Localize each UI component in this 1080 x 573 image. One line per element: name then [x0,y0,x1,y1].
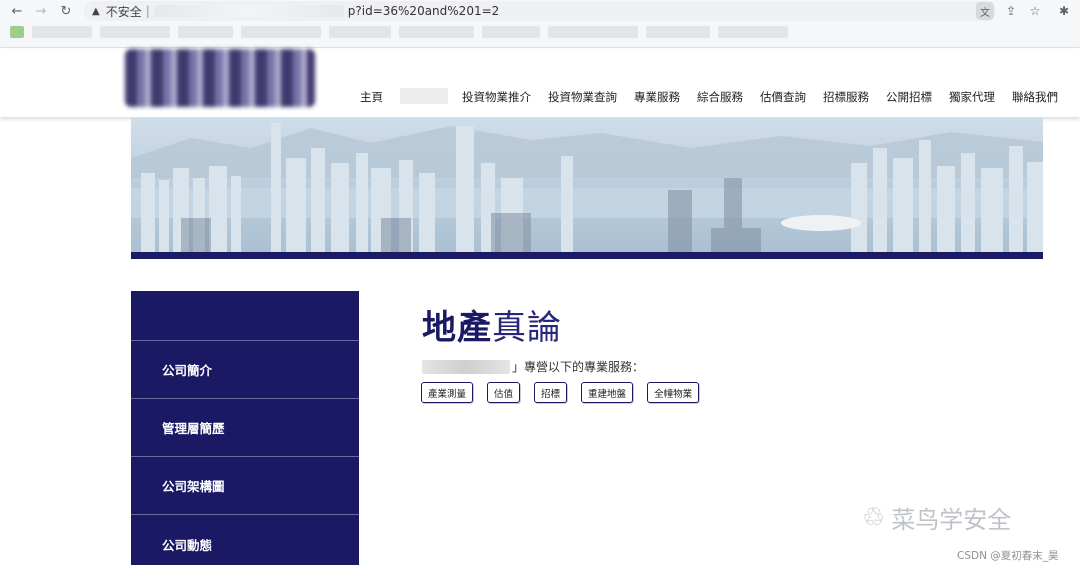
sidebar-item-org-chart[interactable]: 公司架構圖 [131,457,359,515]
menu-item-home[interactable]: 主頁 [360,89,383,105]
skyline-illustration [131,123,1043,259]
bookmark-item[interactable] [241,26,321,38]
security-label: 不安全 [105,4,142,19]
menu-item-tender-services[interactable]: 招標服務 [823,89,869,105]
page-title-light: 真論 [492,308,562,348]
bookmark-item[interactable] [100,26,170,38]
service-tag-surveying[interactable]: 產業測量 [421,382,474,403]
arrow-right-icon: → [35,3,47,19]
site-logo[interactable] [125,49,315,107]
service-tag-redevelopment[interactable]: 重建地盤 [581,382,634,403]
bookmark-item[interactable] [718,26,788,38]
bookmark-item[interactable] [548,26,638,38]
wechat-watermark: ♲ 菜鸟学安全 [862,500,1011,535]
menu-item-public-tender[interactable]: 公開招標 [886,89,932,105]
banner-bar [131,252,1043,259]
address-bar[interactable]: ▲ 不安全 | p?id=36%20and%201=2 [84,1,996,21]
menu-item-redacted[interactable] [400,88,448,104]
star-icon[interactable]: ☆ [1026,2,1044,20]
menu-item-exclusive-agent[interactable]: 獨家代理 [949,89,995,105]
bookmark-item[interactable] [482,26,540,38]
menu-item-contact[interactable]: 聯絡我們 [1012,89,1058,105]
extensions-icon[interactable]: ✱ [1055,2,1073,20]
reload-button[interactable]: ↻ [57,2,75,20]
service-tag-valuation[interactable]: 估值 [487,382,521,403]
bookmark-item[interactable] [178,26,233,38]
warning-icon: ▲ [92,5,100,17]
wechat-watermark-text: 菜鸟学安全 [891,506,1012,534]
share-icon[interactable]: ⇪ [1002,2,1020,20]
bookmark-item[interactable] [646,26,710,38]
bookmark-favicon[interactable] [10,26,24,38]
page-title: 地產真論 [422,300,562,349]
sidebar: 公司簡介 管理層簡歷 公司架構圖 公司動態 [131,291,359,565]
intro-text: 」專營以下的專業服務： [512,360,645,374]
bookmark-item[interactable] [399,26,474,38]
service-tag-tender[interactable]: 招標 [534,382,568,403]
bookmarks-bar [10,26,870,42]
menu-item-investment-recommend[interactable]: 投資物業推介 [462,89,531,105]
forward-button[interactable]: → [32,2,50,20]
arrow-left-icon: ← [11,3,23,19]
browser-chrome: ← → ↻ ▲ 不安全 | p?id=36%20and%201=2 文 ⇪ ☆ … [0,0,1080,48]
menu-item-investment-query[interactable]: 投資物業查詢 [548,89,617,105]
translate-icon[interactable]: 文 [976,2,994,20]
address-separator: | [145,4,150,18]
sidebar-item-management[interactable]: 管理層簡歷 [131,399,359,457]
sidebar-item-company-news[interactable]: 公司動態 [131,515,359,573]
page-title-bold: 地產 [422,308,492,348]
bookmark-item[interactable] [329,26,391,38]
csdn-watermark: CSDN @夏初春末_昊 [957,550,1059,562]
service-tags: 產業測量 估值 招標 重建地盤 全幢物業 [421,382,700,403]
site-header: 主頁 投資物業推介 投資物業查詢 專業服務 綜合服務 估價查詢 招標服務 公開招… [0,49,1080,117]
wechat-icon: ♲ [862,502,886,533]
menu-item-professional-services[interactable]: 專業服務 [634,89,680,105]
intro-line: 」專營以下的專業服務： [422,358,644,375]
sidebar-header [131,291,359,341]
menu-item-integrated-services[interactable]: 綜合服務 [697,89,743,105]
redacted-company-name [422,359,510,374]
redacted-url [153,5,344,17]
reload-icon: ↻ [60,3,72,19]
main-menu: 主頁 投資物業推介 投資物業查詢 專業服務 綜合服務 估價查詢 招標服務 公開招… [360,88,1058,105]
back-button[interactable]: ← [8,2,26,20]
sidebar-item-company-profile[interactable]: 公司簡介 [131,341,359,399]
bookmark-item[interactable] [32,26,92,38]
service-tag-whole-building[interactable]: 全幢物業 [647,382,700,403]
url-text: p?id=36%20and%201=2 [347,4,500,18]
city-banner [131,118,1043,259]
menu-item-valuation-query[interactable]: 估價查詢 [760,89,806,105]
